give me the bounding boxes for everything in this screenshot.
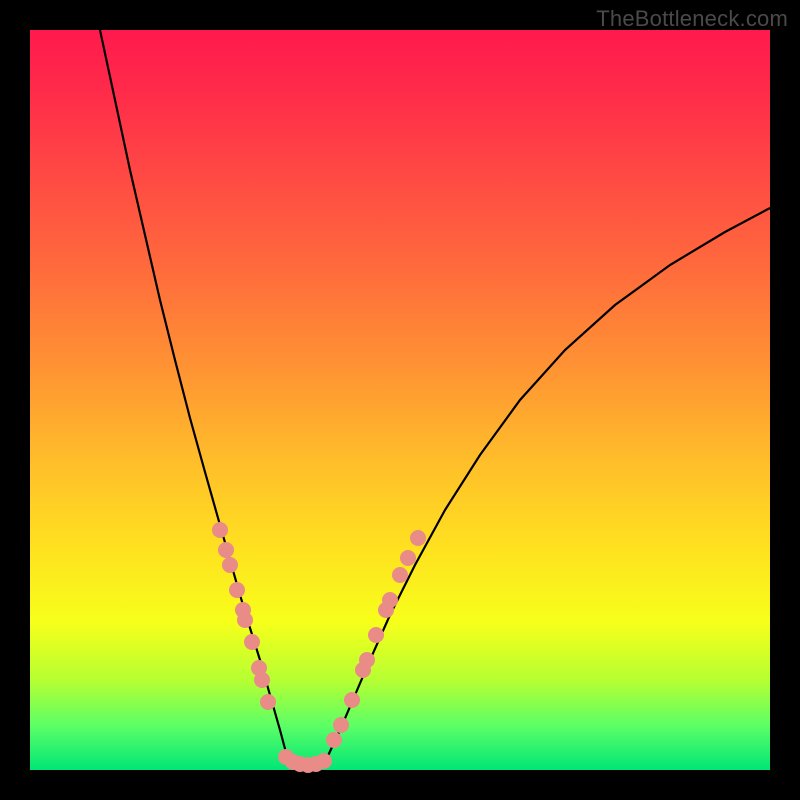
data-dot xyxy=(260,694,276,710)
data-dots xyxy=(212,522,426,773)
data-dot xyxy=(326,732,342,748)
data-dot xyxy=(368,627,384,643)
curve-svg xyxy=(30,30,770,770)
data-dot xyxy=(237,612,253,628)
data-dot xyxy=(316,753,332,769)
data-dot xyxy=(359,652,375,668)
data-dot xyxy=(344,692,360,708)
data-dot xyxy=(333,717,349,733)
bottleneck-curve xyxy=(100,30,770,765)
data-dot xyxy=(410,530,426,546)
data-dot xyxy=(382,592,398,608)
data-dot xyxy=(222,557,238,573)
data-dot xyxy=(218,542,234,558)
watermark-text: TheBottleneck.com xyxy=(596,6,788,32)
outer-frame: TheBottleneck.com xyxy=(0,0,800,800)
data-dot xyxy=(212,522,228,538)
data-dot xyxy=(400,550,416,566)
data-dot xyxy=(229,582,245,598)
data-dot xyxy=(254,672,270,688)
data-dot xyxy=(392,567,408,583)
data-dot xyxy=(244,634,260,650)
